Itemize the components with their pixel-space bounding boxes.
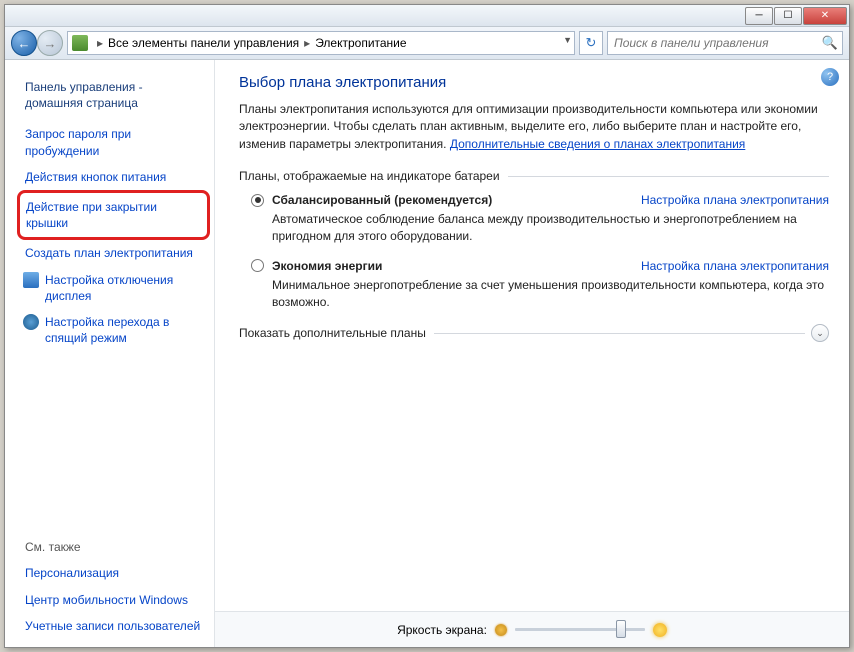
control-panel-window: ─ ☐ ✕ ← → ▸ Все элементы панели управлен… — [4, 4, 850, 648]
maximize-button[interactable]: ☐ — [774, 7, 802, 25]
main-content: ? Выбор плана электропитания Планы элект… — [215, 60, 849, 647]
seealso-personalization[interactable]: Персонализация — [23, 560, 204, 586]
back-button[interactable]: ← — [11, 30, 37, 56]
sidebar: Панель управления - домашняя страница За… — [5, 60, 215, 647]
breadcrumb[interactable]: ▸ Все элементы панели управления ▸ Элект… — [67, 31, 575, 55]
page-title: Выбор плана электропитания — [239, 74, 829, 91]
expand-icon[interactable]: ⌄ — [811, 324, 829, 342]
control-panel-home-link[interactable]: Панель управления - домашняя страница — [23, 74, 204, 121]
sidebar-link-sleep[interactable]: Настройка перехода в спящий режим — [23, 309, 204, 351]
group-additional-plans[interactable]: Показать дополнительные планы ⌄ — [239, 324, 829, 342]
sidebar-link-create-plan[interactable]: Создать план электропитания — [23, 240, 204, 266]
breadcrumb-item[interactable]: Электропитание — [315, 36, 406, 50]
close-button[interactable]: ✕ — [803, 7, 847, 25]
radio-power-saver[interactable] — [251, 259, 264, 272]
configure-plan-link[interactable]: Настройка плана электропитания — [641, 259, 829, 273]
group-battery-plans: Планы, отображаемые на индикаторе батаре… — [239, 169, 829, 183]
sidebar-link-power-buttons[interactable]: Действия кнопок питания — [23, 164, 204, 190]
plan-name[interactable]: Экономия энергии — [272, 259, 382, 273]
help-icon[interactable]: ? — [821, 68, 839, 86]
breadcrumb-item[interactable]: Все элементы панели управления — [108, 36, 299, 50]
plan-balanced: Сбалансированный (рекомендуется) Настрой… — [251, 193, 829, 245]
sidebar-link-password-on-wake[interactable]: Запрос пароля при пробуждении — [23, 121, 204, 163]
forward-button[interactable]: → — [37, 30, 63, 56]
radio-balanced[interactable] — [251, 194, 264, 207]
search-box[interactable]: 🔍 — [607, 31, 843, 55]
brightness-thumb[interactable] — [616, 620, 626, 638]
sidebar-link-lid-close[interactable]: Действие при закрытии крышки — [17, 190, 210, 240]
sidebar-link-display-off[interactable]: Настройка отключения дисплея — [23, 267, 204, 309]
chevron-right-icon: ▸ — [301, 36, 313, 50]
search-input[interactable] — [608, 34, 842, 52]
see-also-header: См. также — [23, 534, 204, 560]
titlebar: ─ ☐ ✕ — [5, 5, 849, 27]
sun-bright-icon — [653, 623, 667, 637]
configure-plan-link[interactable]: Настройка плана электропитания — [641, 193, 829, 207]
brightness-bar: Яркость экрана: — [215, 611, 849, 647]
plan-name[interactable]: Сбалансированный (рекомендуется) — [272, 193, 492, 207]
battery-icon — [72, 35, 88, 51]
plan-description: Минимальное энергопотребление за счет ум… — [272, 277, 829, 311]
minimize-button[interactable]: ─ — [745, 7, 773, 25]
learn-more-link[interactable]: Дополнительные сведения о планах электро… — [450, 137, 745, 151]
intro-text: Планы электропитания используются для оп… — [239, 101, 829, 153]
brightness-slider[interactable] — [515, 628, 645, 631]
monitor-icon — [23, 272, 39, 288]
seealso-mobility-center[interactable]: Центр мобильности Windows — [23, 587, 204, 613]
breadcrumb-dropdown-icon[interactable]: ▼ — [563, 35, 572, 45]
sun-dim-icon — [495, 624, 507, 636]
brightness-label: Яркость экрана: — [397, 623, 487, 637]
power-icon — [23, 314, 39, 330]
refresh-button[interactable]: ↻ — [579, 31, 603, 55]
seealso-user-accounts[interactable]: Учетные записи пользователей — [23, 613, 204, 639]
search-icon[interactable]: 🔍 — [822, 35, 838, 51]
address-bar: ← → ▸ Все элементы панели управления ▸ Э… — [5, 27, 849, 60]
plan-power-saver: Экономия энергии Настройка плана электро… — [251, 259, 829, 311]
plan-description: Автоматическое соблюдение баланса между … — [272, 211, 829, 245]
chevron-right-icon: ▸ — [94, 36, 106, 50]
